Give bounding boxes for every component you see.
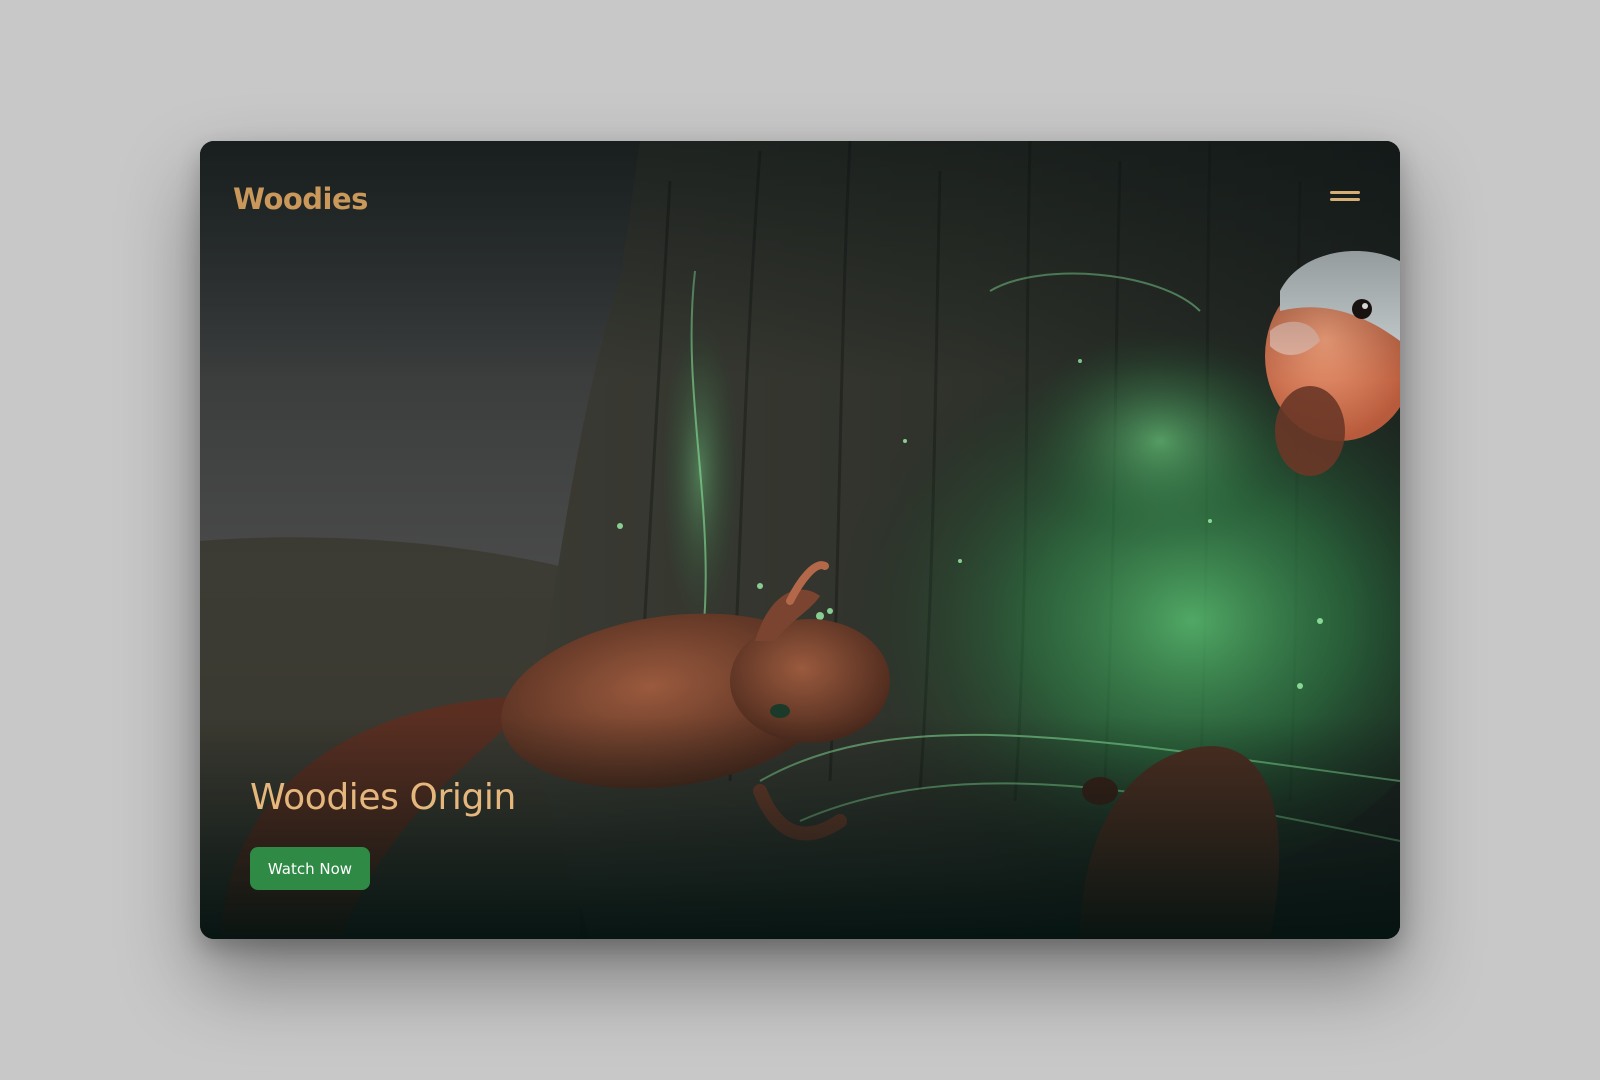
logo-text: Woodies (233, 182, 368, 216)
menu-bar-top (1330, 191, 1360, 194)
browser-window: Woodies Woodies Origin Watch Now (200, 141, 1400, 939)
watch-now-button[interactable]: Watch Now (250, 847, 370, 890)
hero-background-image (200, 141, 1400, 939)
hamburger-menu-icon[interactable] (1328, 185, 1362, 207)
hero-title: Woodies Origin (250, 777, 516, 818)
woodies-logo[interactable]: Woodies (233, 179, 368, 219)
menu-bar-bottom (1330, 198, 1360, 201)
